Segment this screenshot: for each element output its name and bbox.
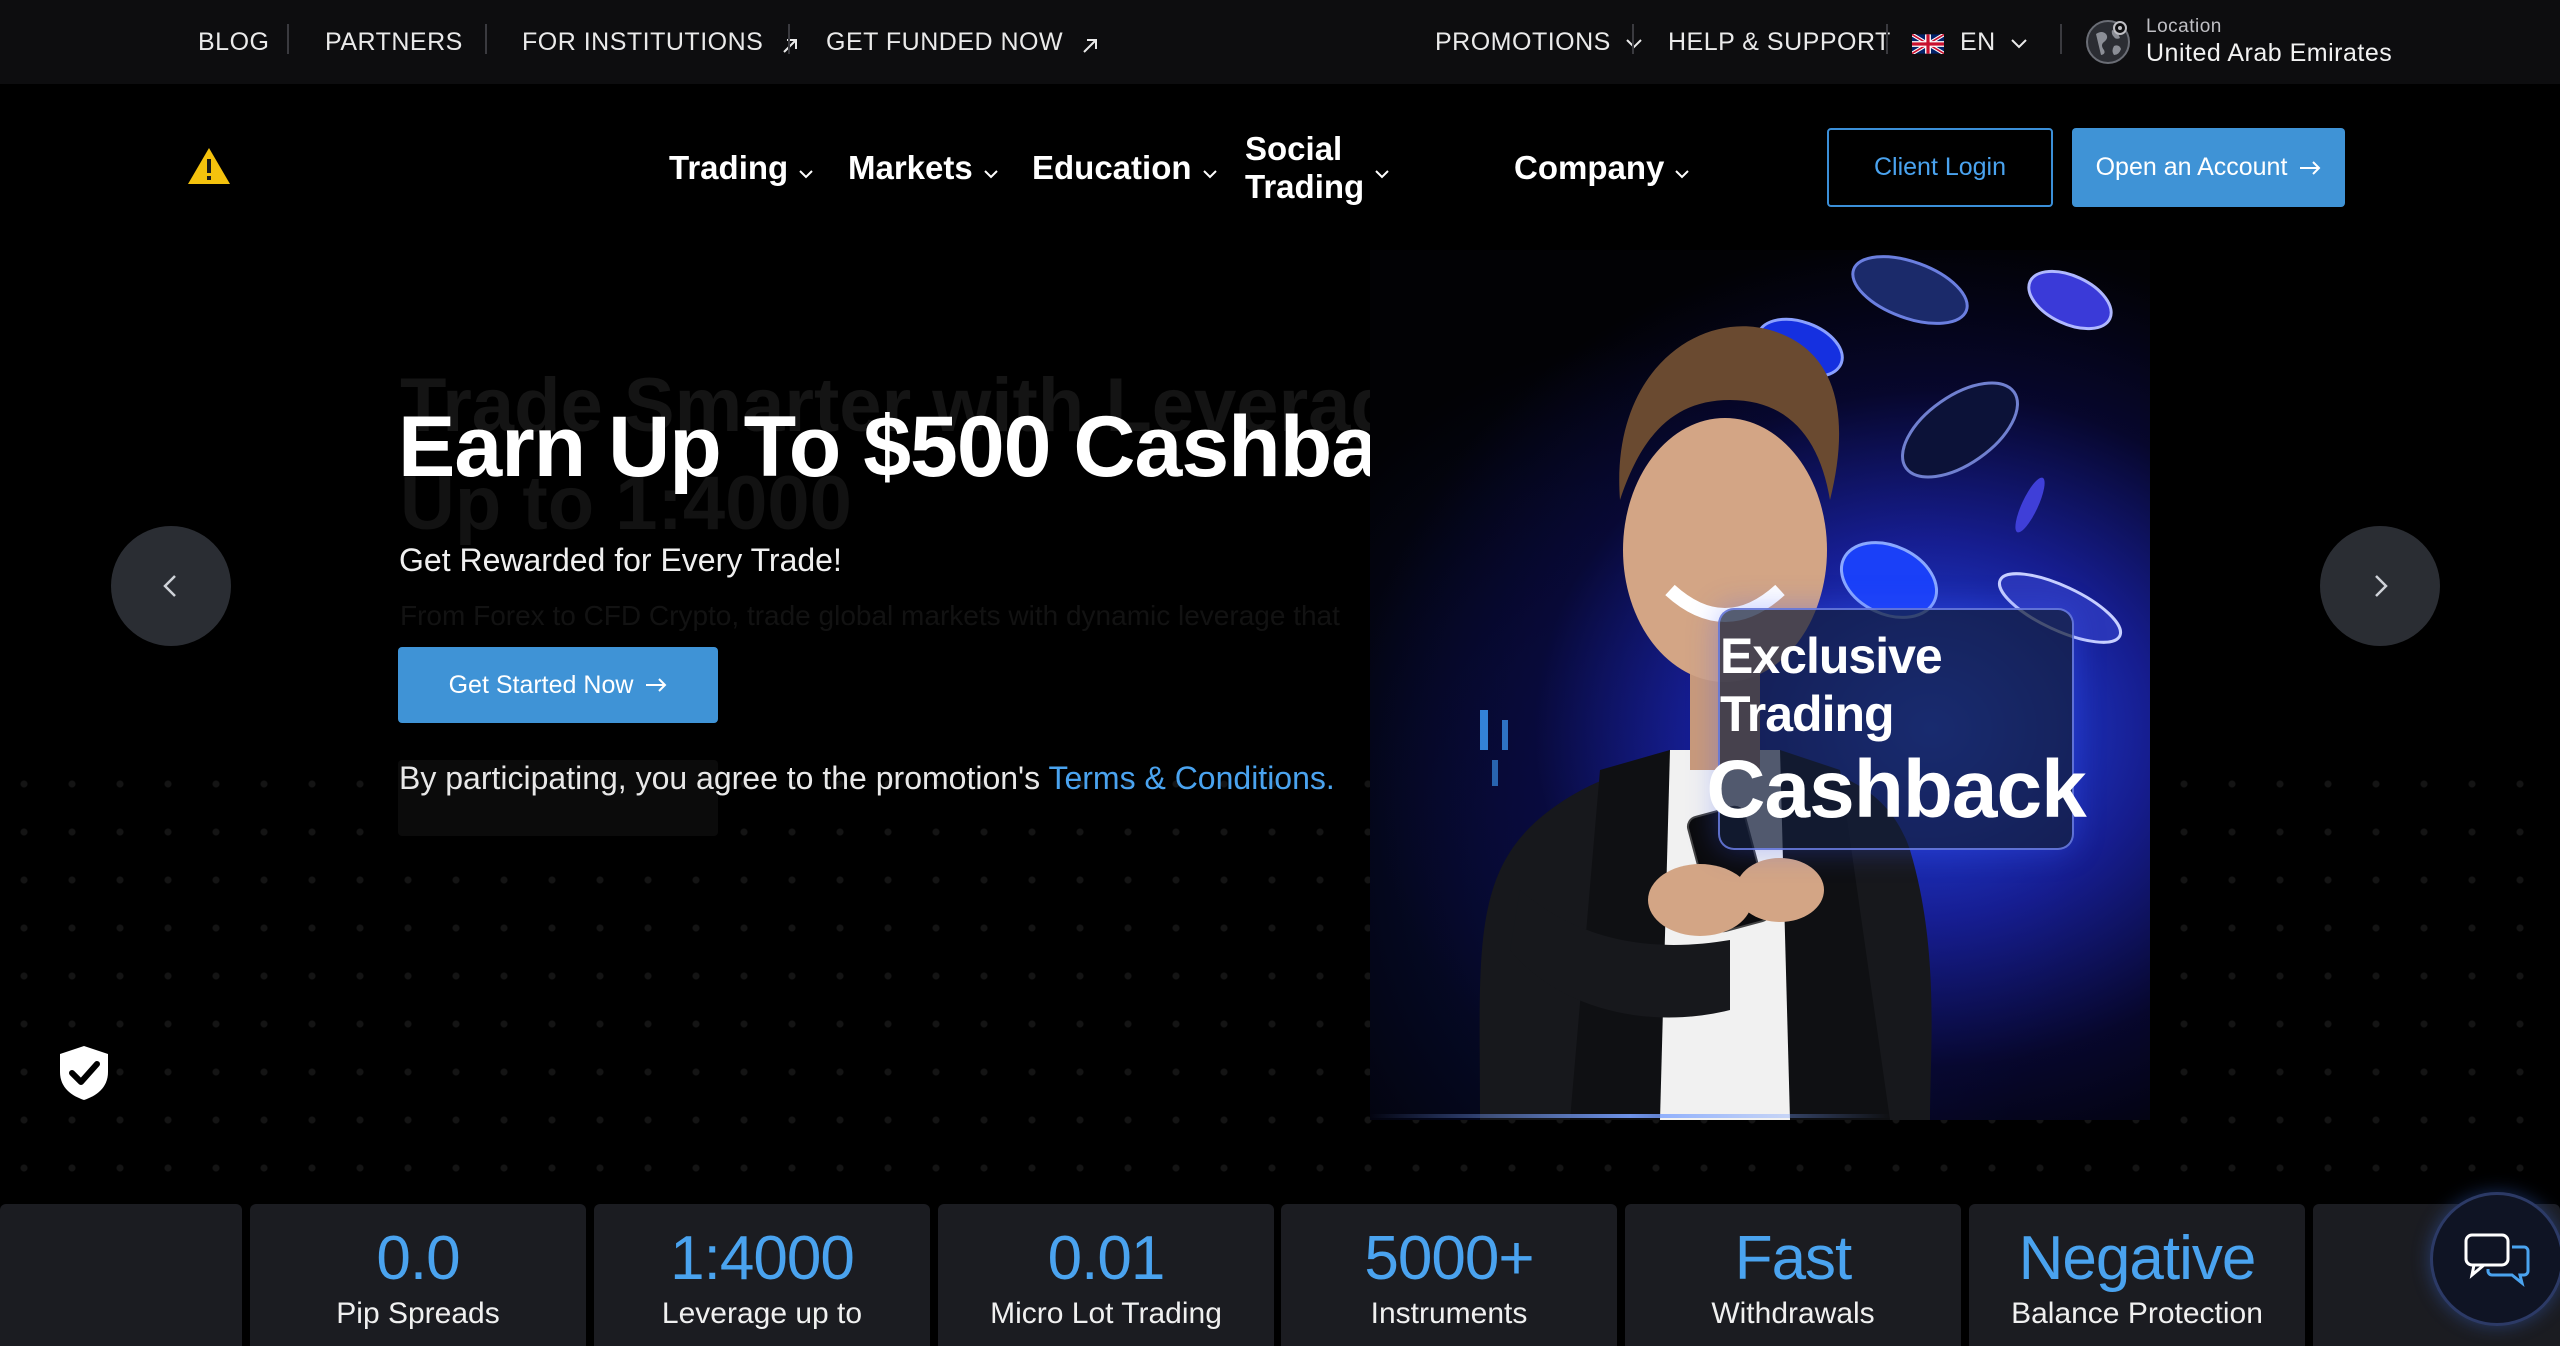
hero-floor-glow [1370,1114,1890,1118]
chevron-down-icon [1374,149,1390,187]
chevron-down-icon [1674,149,1690,187]
nav-company[interactable]: Company [1514,128,1690,208]
chevron-down-icon [2010,28,2028,57]
cashback-badge-line1: Exclusive Trading [1720,628,1943,742]
location-value: United Arab Emirates [2146,39,2393,68]
arrow-right-icon [2300,160,2321,175]
terms-prefix: By participating, you agree to the promo… [399,760,1049,796]
stat-value: 0.0 [376,1224,460,1293]
arrow-right-icon [646,678,667,692]
language-selector[interactable]: EN [1911,0,2028,84]
stat-card: 0.0 Pip Spreads [250,1204,586,1346]
nav-markets-label: Markets [848,149,973,186]
stat-card: 0.01 Micro Lot Trading [938,1204,1274,1346]
get-funded-link[interactable]: GET FUNDED NOW [826,0,1099,84]
arrow-ne-icon [781,33,799,53]
stat-card-edge-left [0,1204,242,1346]
stat-value: 1:4000 [670,1224,855,1293]
client-login-label: Client Login [1873,153,2007,181]
get-started-label: Get Started Now [448,670,634,699]
institutions-link[interactable]: FOR INSTITUTIONS [522,0,799,84]
cashback-badge: Exclusive Trading Cashback [1706,608,2087,850]
nav-education-label: Education [1032,149,1192,186]
nav-trading[interactable]: Trading [669,128,814,208]
stat-label: Micro Lot Trading [990,1297,1222,1331]
get-funded-label: GET FUNDED NOW [826,27,1064,56]
divider [287,24,289,54]
terms-text: By participating, you agree to the promo… [399,760,1335,797]
get-started-button[interactable]: Get Started Now [398,647,718,723]
blog-label: BLOG [198,27,270,56]
divider [2060,24,2062,54]
globe-icon [2086,20,2130,64]
background-pattern [0,760,2560,1200]
stat-label: Balance Protection [2011,1297,2263,1331]
carousel-next-button[interactable] [2320,526,2440,646]
language-label: EN [1960,27,1996,56]
terms-link[interactable]: Terms & Conditions. [1048,760,1334,796]
shield-check-icon[interactable] [58,1044,110,1102]
blog-link[interactable]: BLOG [198,0,269,84]
nav-trading-label: Trading [669,149,789,186]
nav-social-trading[interactable]: Social Trading [1245,128,1390,208]
stat-label: Pip Spreads [336,1297,500,1331]
partners-link[interactable]: PARTNERS [325,0,463,84]
divider [1886,24,1888,54]
location-label: Location [2146,15,2222,37]
cashback-badge-line2: Cashback [1706,744,2086,835]
stat-card: Negative Balance Protection [1969,1204,2305,1346]
stat-value: Fast [1734,1224,1853,1293]
carousel-prev-button[interactable] [111,526,231,646]
promotions-label: PROMOTIONS [1435,27,1611,56]
divider [788,24,790,54]
open-account-button[interactable]: Open an Account [2072,128,2345,207]
chevron-down-icon [983,149,999,187]
top-utility-bar: BLOG PARTNERS FOR INSTITUTIONS GET FUNDE… [0,0,2560,84]
stat-value: 5000+ [1364,1224,1534,1293]
stat-card: Fast Withdrawals [1625,1204,1961,1346]
nav-markets[interactable]: Markets [848,128,999,208]
partners-label: PARTNERS [325,27,463,56]
client-login-button[interactable]: Client Login [1827,128,2053,207]
hero-subtitle: Get Rewarded for Every Trade! [399,542,842,578]
chevron-down-icon [1202,149,1218,187]
divider [1632,24,1634,54]
nav-social-trading-label: Social Trading [1245,130,1365,205]
nav-company-label: Company [1514,149,1665,186]
stat-card: 5000+ Instruments [1281,1204,1617,1346]
stat-value: Negative [2018,1224,2257,1293]
chevron-down-icon [798,149,814,187]
stat-label: Withdrawals [1711,1297,1875,1331]
chevron-left-icon [163,575,176,597]
chat-icon [2464,1233,2530,1287]
open-account-label: Open an Account [2095,153,2288,181]
stat-value: 0.01 [1047,1224,1166,1293]
ghost-slide-text: From Forex to CFD Crypto, trade global m… [400,600,1340,631]
chevron-right-icon [2375,575,2388,597]
uk-flag-icon [1911,32,1945,56]
help-support-link[interactable]: HELP & SUPPORT [1668,0,1891,84]
help-label: HELP & SUPPORT [1668,27,1891,56]
location-selector[interactable]: Location United Arab Emirates [2084,0,2392,84]
warning-icon[interactable] [186,146,232,186]
arrow-ne-icon [1081,33,1099,53]
chat-button[interactable] [2430,1192,2560,1326]
nav-education[interactable]: Education [1032,128,1218,208]
stat-label: Instruments [1370,1297,1528,1331]
divider [485,24,487,54]
stat-card: 1:4000 Leverage up to [594,1204,930,1346]
hero-title: Earn Up To $500 Cashback [398,399,1473,495]
promotions-dropdown[interactable]: PROMOTIONS [1435,0,1643,84]
institutions-label: FOR INSTITUTIONS [522,27,764,56]
stat-label: Leverage up to [661,1297,863,1331]
